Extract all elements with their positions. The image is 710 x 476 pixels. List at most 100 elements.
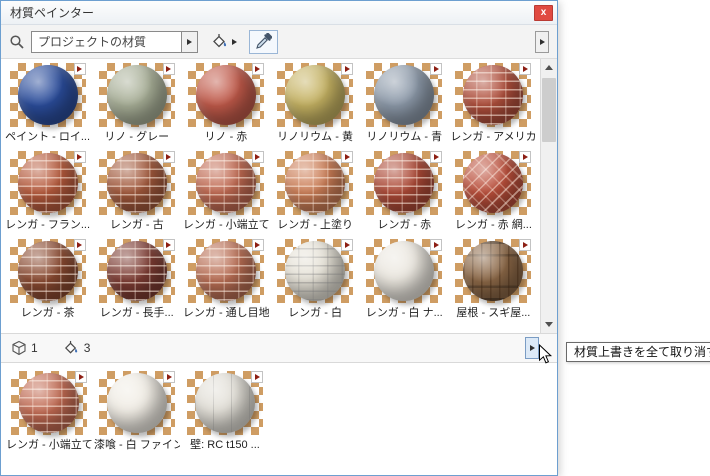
screen: 材質ペインター x プロジェクトの材質 ペイント - ロイ... リノ - グレ… [0,0,710,476]
material-item[interactable]: レンガ - 古 [92,151,181,239]
material-corner-flyout-icon[interactable] [162,63,175,75]
material-corner-flyout-icon[interactable] [341,63,354,75]
material-corner-flyout-icon[interactable] [519,239,532,251]
material-pattern [19,373,79,433]
material-pattern [463,65,524,125]
status-bar: 1 3 [1,333,557,363]
material-thumbnail [187,151,264,215]
material-corner-flyout-icon[interactable] [73,151,86,163]
close-button[interactable]: x [534,4,553,21]
tooltip: 材質上書きを全て取り消す [566,342,710,362]
material-pattern [17,241,78,301]
material-corner-flyout-icon[interactable] [430,239,443,251]
library-flyout-button[interactable] [535,30,549,53]
material-item[interactable]: 屋根 - スギ屋... [449,239,538,327]
material-item[interactable]: リノ - グレー [92,63,181,151]
material-thumbnail [98,63,175,127]
material-item[interactable]: レンガ - 茶 [3,239,92,327]
material-item[interactable]: レンガ - 白 ナ... [360,239,449,327]
material-sphere [374,241,435,301]
scroll-up-button[interactable] [541,59,557,76]
vertical-scrollbar[interactable] [540,59,557,333]
material-thumbnail [277,63,354,127]
material-corner-flyout-icon[interactable] [430,63,443,75]
material-label: レンガ - アメリカ... [450,131,537,143]
material-pattern [106,153,167,213]
material-corner-flyout-icon[interactable] [163,371,175,383]
material-item[interactable]: レンガ - 小端立て [181,151,270,239]
material-corner-flyout-icon[interactable] [75,371,87,383]
material-corner-flyout-icon[interactable] [162,151,175,163]
material-thumbnail [9,239,86,303]
material-label: リノリウム - 黄 [277,131,353,143]
material-sphere [106,241,167,301]
material-corner-flyout-icon[interactable] [73,63,86,75]
scroll-down-button[interactable] [541,316,557,333]
material-corner-flyout-icon[interactable] [430,151,443,163]
material-pattern [285,241,346,301]
element-cube-icon [12,340,26,356]
material-corner-flyout-icon[interactable] [341,239,354,251]
search-flyout-button[interactable] [181,30,198,53]
material-corner-flyout-icon[interactable] [519,63,532,75]
material-corner-flyout-icon[interactable] [251,63,264,75]
material-sphere [374,65,435,125]
material-item[interactable]: リノリウム - 青 [360,63,449,151]
material-item[interactable]: 漆喰 - 白 ファイン [93,371,181,459]
right-arrow-icon [187,38,192,45]
material-pattern [195,373,255,433]
material-pattern [285,153,346,213]
material-corner-flyout-icon[interactable] [251,371,263,383]
material-item[interactable]: レンガ - 赤 [360,151,449,239]
material-item[interactable]: リノリウム - 黄 [270,63,359,151]
material-label: 壁: RC t150 ... [190,439,260,451]
material-item[interactable]: レンガ - 小端立て [5,371,93,459]
material-sphere [463,65,524,125]
material-item[interactable]: ペイント - ロイ... [3,63,92,151]
search-icon [10,34,24,49]
material-label: レンガ - 赤 [377,219,432,231]
material-corner-flyout-icon[interactable] [251,239,264,251]
material-pattern [195,153,256,213]
material-label: レンガ - 茶 [20,307,75,319]
bucket-count-group: 3 [62,340,90,356]
scrollbar-thumb[interactable] [542,78,556,142]
material-label: リノ - グレー [104,131,170,143]
material-item[interactable]: リノ - 赤 [181,63,270,151]
material-label: ペイント - ロイ... [5,131,91,143]
material-corner-flyout-icon[interactable] [162,239,175,251]
material-thumbnail [366,151,443,215]
material-label: リノリウム - 青 [366,131,443,143]
material-sphere [285,65,346,125]
dialog-title: 材質ペインター [10,6,95,20]
material-label: レンガ - 古 [109,219,164,231]
material-sphere [195,65,256,125]
up-arrow-icon [545,65,553,70]
material-corner-flyout-icon[interactable] [251,151,264,163]
material-item[interactable]: レンガ - 白 [270,239,359,327]
material-item[interactable]: レンガ - 通し目地 [181,239,270,327]
material-item[interactable]: レンガ - 長手... [92,239,181,327]
overrides-flyout-button[interactable] [525,337,539,359]
material-sphere [195,153,256,213]
material-thumbnail [455,151,532,215]
paint-bucket-icon [213,34,227,48]
material-corner-flyout-icon[interactable] [73,239,86,251]
search-input[interactable] [31,30,181,53]
material-item[interactable]: レンガ - フラン... [3,151,92,239]
eyedropper-button[interactable] [249,29,278,54]
material-item[interactable]: レンガ - 赤 網... [449,151,538,239]
material-item[interactable]: レンガ - 上塗り [270,151,359,239]
titlebar[interactable]: 材質ペインター x [1,1,557,25]
toolbar [1,25,557,59]
material-thumbnail [98,239,175,303]
paint-bucket-button[interactable] [204,30,243,54]
material-thumbnail [277,239,354,303]
material-library: ペイント - ロイ... リノ - グレー リノ - 赤 リノリウム - 黄 リノリウム… [1,59,557,333]
material-pattern [195,241,256,301]
material-corner-flyout-icon[interactable] [341,151,354,163]
material-corner-flyout-icon[interactable] [519,151,532,163]
material-item[interactable]: レンガ - アメリカ... [449,63,538,151]
material-item[interactable]: 壁: RC t150 ... [181,371,269,459]
scrollbar-track[interactable] [541,76,557,316]
